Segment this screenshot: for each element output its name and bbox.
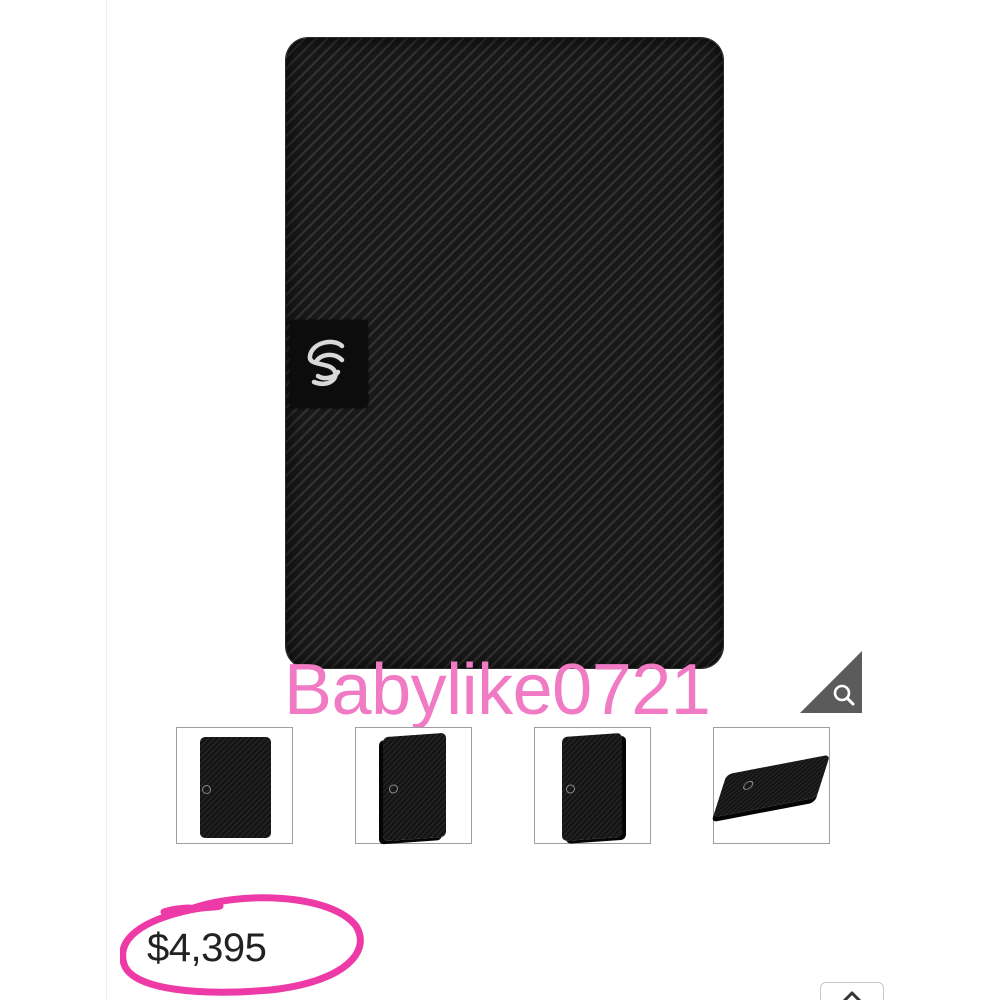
thumbnail-image (383, 732, 446, 842)
thumbnail-image (200, 737, 271, 838)
magnifier-icon[interactable] (800, 651, 862, 713)
thumbnail-flat[interactable] (712, 727, 831, 844)
hard-drive-body (286, 38, 723, 668)
brand-tab (290, 320, 368, 408)
thumbnail-front[interactable] (176, 727, 293, 844)
thumbnail-image (562, 732, 622, 842)
divider (106, 0, 107, 1000)
scroll-top-button[interactable] (820, 982, 884, 1000)
thumbnail-image (712, 754, 831, 818)
product-page: Babylike0721 $4,395 (0, 0, 1000, 1000)
main-product-image[interactable] (286, 38, 723, 668)
thumbnail-angled-left[interactable] (355, 727, 472, 844)
watermark-text: Babylike0721 (284, 650, 711, 730)
chevron-up-icon (842, 991, 862, 1000)
thumbnail-angled-right[interactable] (534, 727, 651, 844)
product-price: $4,395 (147, 926, 267, 970)
price-block: $4,395 (120, 890, 380, 1000)
thumbnail-strip (176, 727, 836, 847)
seagate-logo-icon (307, 339, 345, 387)
